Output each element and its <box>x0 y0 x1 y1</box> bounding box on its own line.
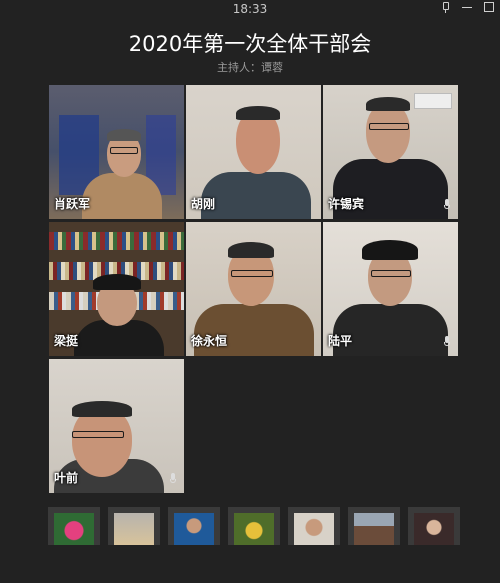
participant-name: 陆平 <box>328 334 353 348</box>
participant-name: 叶前 <box>54 471 79 485</box>
participant-name: 肖跃军 <box>54 197 91 211</box>
pin-icon[interactable] <box>438 0 452 14</box>
flower-avatar-icon <box>234 513 274 545</box>
bookshelf <box>49 232 184 250</box>
video-tile-5[interactable]: 徐永恒 <box>186 222 321 356</box>
video-tile-7[interactable]: 叶前 <box>49 359 184 493</box>
host-line: 主持人：谭蓉 <box>217 61 283 74</box>
participant-video <box>69 272 169 356</box>
participant-thumbnail-strip <box>48 507 460 545</box>
title-bar: 18:33 <box>0 0 500 20</box>
building-avatar-icon <box>354 513 394 545</box>
meeting-title: 2020年第一次全体干部会 <box>128 32 372 56</box>
sunset-avatar-icon <box>114 513 154 545</box>
participant-thumbnail[interactable] <box>408 507 460 545</box>
window-controls <box>438 0 496 16</box>
video-tile-6[interactable]: 陆平 <box>323 222 458 356</box>
participant-thumbnail[interactable] <box>108 507 160 545</box>
video-tile-4[interactable]: 梁挺 <box>49 222 184 356</box>
participant-thumbnail[interactable] <box>228 507 280 545</box>
person-avatar-icon <box>294 513 334 545</box>
person-avatar-icon <box>414 513 454 545</box>
participant-thumbnail[interactable] <box>348 507 400 545</box>
microphone-icon <box>444 199 450 211</box>
video-tile-2[interactable]: 胡刚 <box>186 85 321 219</box>
person-avatar-icon <box>174 513 214 545</box>
participant-name: 许锡宾 <box>328 197 365 211</box>
participant-name: 胡刚 <box>191 197 216 211</box>
participant-thumbnail[interactable] <box>288 507 340 545</box>
clock: 18:33 <box>232 2 268 16</box>
participant-thumbnail[interactable] <box>168 507 220 545</box>
maximize-icon[interactable] <box>482 0 496 14</box>
participant-thumbnail[interactable] <box>48 507 100 545</box>
microphone-icon <box>444 336 450 348</box>
minimize-icon[interactable] <box>460 0 474 14</box>
participant-name: 梁挺 <box>54 334 79 348</box>
video-tile-1[interactable]: 肖跃军 <box>49 85 184 219</box>
video-tile-3[interactable]: 许锡宾 <box>323 85 458 219</box>
lotus-avatar-icon <box>54 513 94 545</box>
microphone-icon <box>170 473 176 485</box>
participant-video <box>77 125 167 219</box>
participant-name: 徐永恒 <box>191 334 228 348</box>
